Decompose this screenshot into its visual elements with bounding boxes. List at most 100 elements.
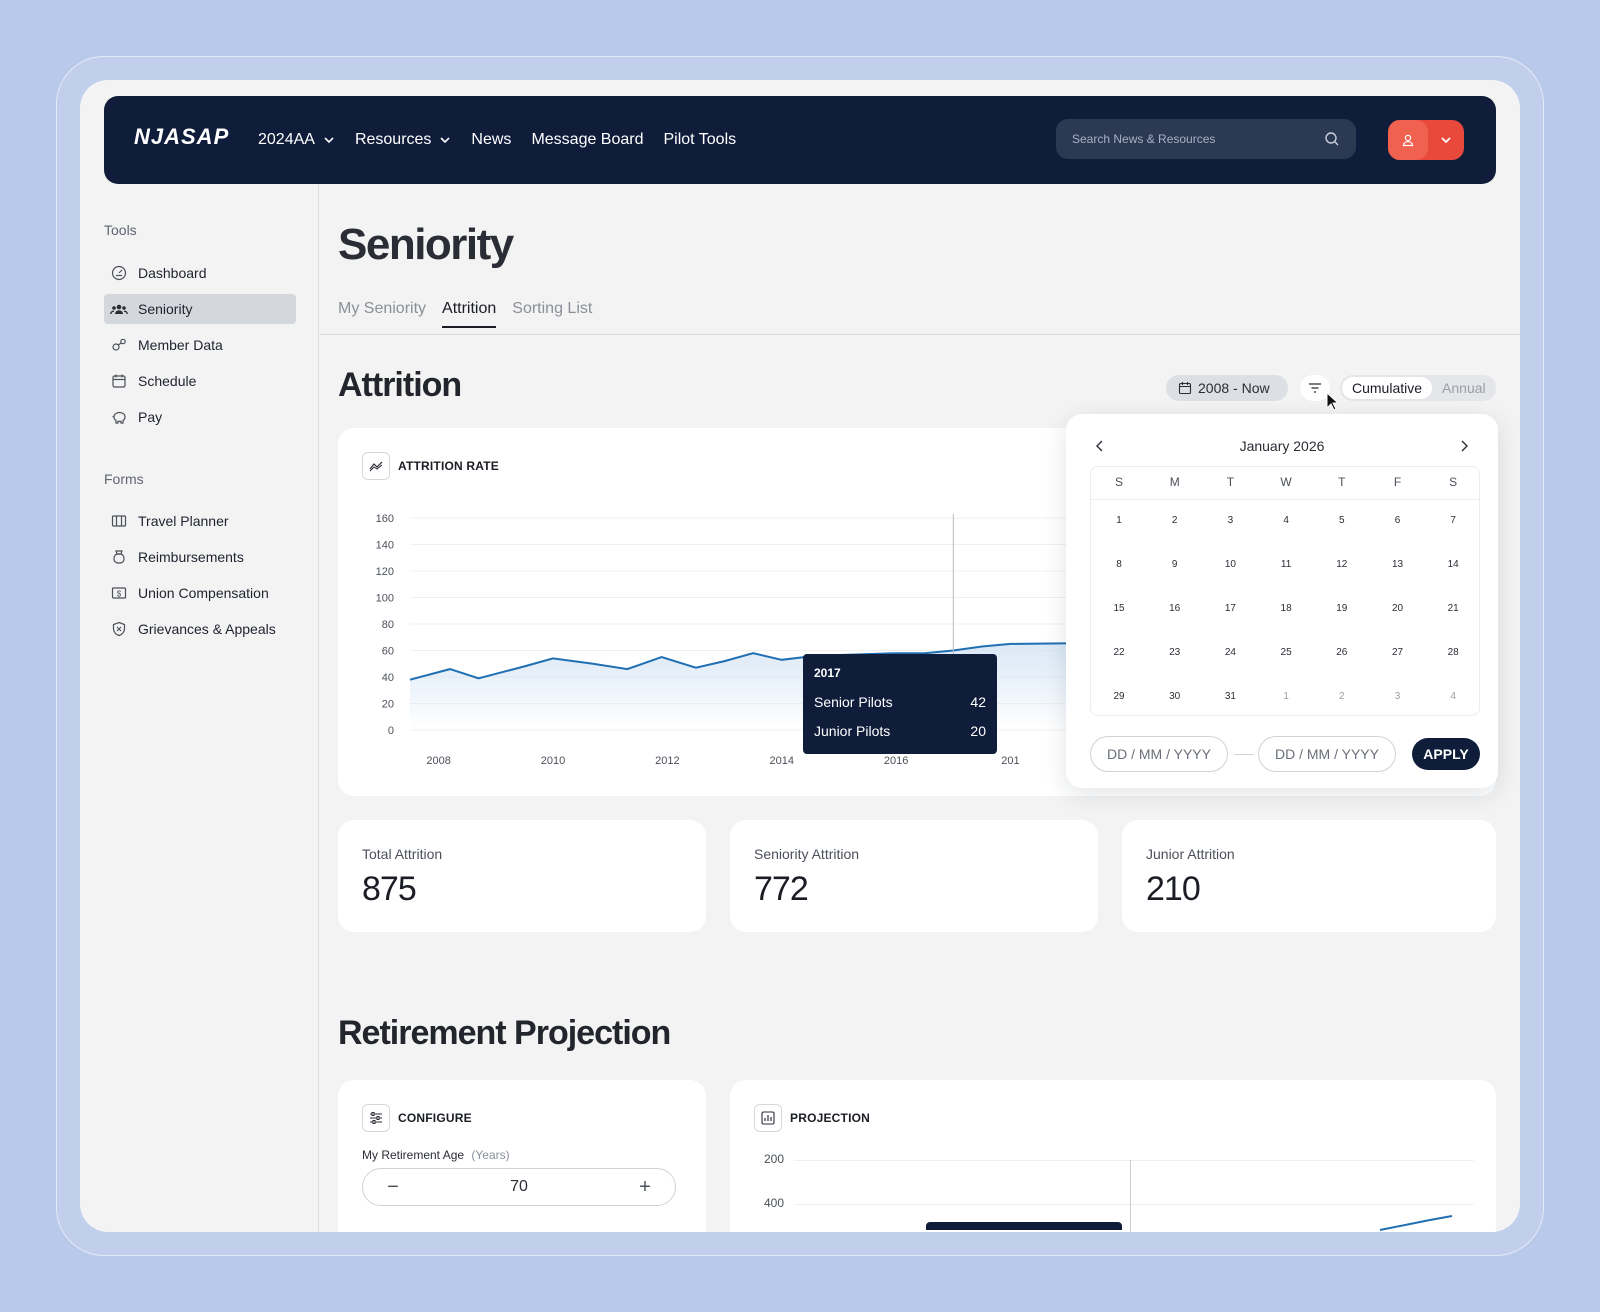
calendar-day[interactable]: 12 [1314, 559, 1370, 570]
calendar-day[interactable]: 2 [1314, 691, 1370, 702]
sidebar-item-pay[interactable]: Pay [104, 402, 296, 432]
sidebar-item-label: Pay [138, 409, 163, 425]
x-tick-label: 2014 [769, 755, 793, 767]
nav-label: Resources [354, 131, 432, 148]
calendar-day[interactable]: 2 [1147, 515, 1203, 526]
user-menu-button[interactable] [1388, 120, 1464, 160]
calendar-day[interactable]: 13 [1370, 559, 1426, 570]
calendar-day[interactable]: 21 [1425, 603, 1481, 614]
calendar-day[interactable]: 22 [1091, 647, 1147, 658]
end-date-input[interactable] [1258, 736, 1396, 772]
calendar-day[interactable]: 8 [1091, 559, 1147, 570]
calendar-day[interactable]: 26 [1314, 647, 1370, 658]
calendar-day[interactable]: 4 [1258, 515, 1314, 526]
calendar-day[interactable]: 16 [1147, 603, 1203, 614]
tab-sorting-list[interactable]: Sorting List [512, 300, 592, 328]
chevron-right-icon [1461, 440, 1468, 452]
calendar-day[interactable]: 10 [1202, 559, 1258, 570]
calendar-day[interactable]: 24 [1202, 647, 1258, 658]
nav-news[interactable]: News [471, 131, 511, 149]
people-icon [110, 300, 128, 318]
sidebar-item-grievances[interactable]: Grievances & Appeals [104, 614, 296, 644]
calendar-day[interactable]: 11 [1258, 559, 1314, 570]
search-icon[interactable] [1324, 131, 1340, 147]
y-tick-label: 40 [382, 672, 394, 684]
decrement-button[interactable]: − [383, 1176, 403, 1199]
sidebar-item-seniority[interactable]: Seniority [104, 294, 296, 324]
mode-annual[interactable]: Annual [1432, 377, 1496, 399]
shield-icon [110, 620, 128, 638]
tab-my-seniority[interactable]: My Seniority [338, 300, 426, 328]
nav-label: Message Board [531, 131, 644, 148]
calendar-day[interactable]: 1 [1258, 691, 1314, 702]
calendar-day[interactable]: 6 [1370, 515, 1426, 526]
calendar-day[interactable]: 25 [1258, 647, 1314, 658]
calendar-day[interactable]: 9 [1147, 559, 1203, 570]
top-navbar: NJASAP 2024AA Resources News Message Boa… [104, 96, 1496, 184]
calendar-day[interactable]: 29 [1091, 691, 1147, 702]
calendar-day[interactable]: 27 [1370, 647, 1426, 658]
dashboard-icon [110, 264, 128, 282]
tab-bar: My Seniority Attrition Sorting List [338, 300, 592, 328]
calendar-day[interactable]: 5 [1314, 515, 1370, 526]
sidebar-item-label: Travel Planner [138, 513, 229, 529]
sidebar-item-label: Grievances & Appeals [138, 621, 276, 637]
sidebar-item-travel-planner[interactable]: Travel Planner [104, 506, 296, 536]
calendar-day[interactable]: 15 [1091, 603, 1147, 614]
calendar-day[interactable]: 30 [1147, 691, 1203, 702]
search-input[interactable] [1072, 132, 1324, 146]
increment-button[interactable]: + [635, 1176, 655, 1199]
calendar-grid: S M T W T F S 1 2 3 4 5 6 7 8 9 10 11 12 13 14 15 16 17 18 19 20 21… [1090, 466, 1480, 716]
sidebar-item-union-compensation[interactable]: $ Union Compensation [104, 578, 296, 608]
calendar-day[interactable]: 3 [1202, 515, 1258, 526]
calendar-day[interactable]: 31 [1202, 691, 1258, 702]
nav-2024aa[interactable]: 2024AA [258, 131, 335, 149]
stat-value: 772 [754, 870, 809, 908]
apply-button[interactable]: APPLY [1412, 738, 1480, 770]
sidebar-section-title: Forms [104, 471, 144, 487]
logo[interactable]: NJASAP [134, 124, 229, 150]
stat-label: Seniority Attrition [754, 846, 860, 862]
nav-message-board[interactable]: Message Board [531, 131, 643, 149]
y-tick-label: 0 [388, 725, 394, 737]
x-tick-label: 201 [1001, 755, 1019, 767]
sidebar-item-label: Schedule [138, 373, 197, 389]
tab-attrition[interactable]: Attrition [442, 300, 497, 328]
calendar-month-title: January 2026 [1239, 438, 1325, 454]
start-date-input[interactable] [1090, 736, 1228, 772]
calendar-day[interactable]: 23 [1147, 647, 1203, 658]
search-box [1056, 119, 1356, 159]
calendar-day[interactable]: 18 [1258, 603, 1314, 614]
sidebar-item-reimbursements[interactable]: Reimbursements [104, 542, 296, 572]
calendar-day[interactable]: 14 [1425, 559, 1481, 570]
sidebar-item-member-data[interactable]: Member Data [104, 330, 296, 360]
tooltip-row: Junior Pilots 20 [814, 723, 986, 739]
calendar-day[interactable]: 28 [1425, 647, 1481, 658]
calendar-day[interactable]: 17 [1202, 603, 1258, 614]
x-tick-label: 2010 [541, 755, 565, 767]
calendar-day[interactable]: 3 [1370, 691, 1426, 702]
stat-card: Total Attrition 875 [338, 820, 706, 932]
configure-header: CONFIGURE [362, 1104, 472, 1132]
piggy-bank-icon [110, 408, 128, 426]
retirement-age-value[interactable]: 70 [510, 1178, 528, 1196]
calendar-icon [1178, 382, 1192, 395]
y-tick-label: 80 [382, 619, 394, 631]
mode-cumulative[interactable]: Cumulative [1342, 377, 1433, 399]
calendar-day[interactable]: 19 [1314, 603, 1370, 614]
calendar-day[interactable]: 4 [1425, 691, 1481, 702]
configure-card: CONFIGURE My Retirement Age (Years) − 70… [338, 1080, 706, 1232]
sidebar-item-dashboard[interactable]: Dashboard [104, 258, 296, 288]
nav-pilot-tools[interactable]: Pilot Tools [664, 131, 737, 149]
x-tick-label: 2016 [884, 755, 908, 767]
calendar-day[interactable]: 1 [1091, 515, 1147, 526]
calendar-day[interactable]: 20 [1370, 603, 1426, 614]
user-menu-chevron[interactable] [1428, 134, 1464, 146]
date-range-button[interactable]: 2008 - Now [1166, 375, 1288, 401]
sidebar-item-schedule[interactable]: Schedule [104, 366, 296, 396]
calendar-day[interactable]: 7 [1425, 515, 1481, 526]
calendar-next-button[interactable] [1454, 436, 1474, 456]
svg-text:$: $ [117, 590, 122, 599]
avatar[interactable] [1388, 120, 1428, 160]
nav-resources[interactable]: Resources [355, 131, 451, 149]
